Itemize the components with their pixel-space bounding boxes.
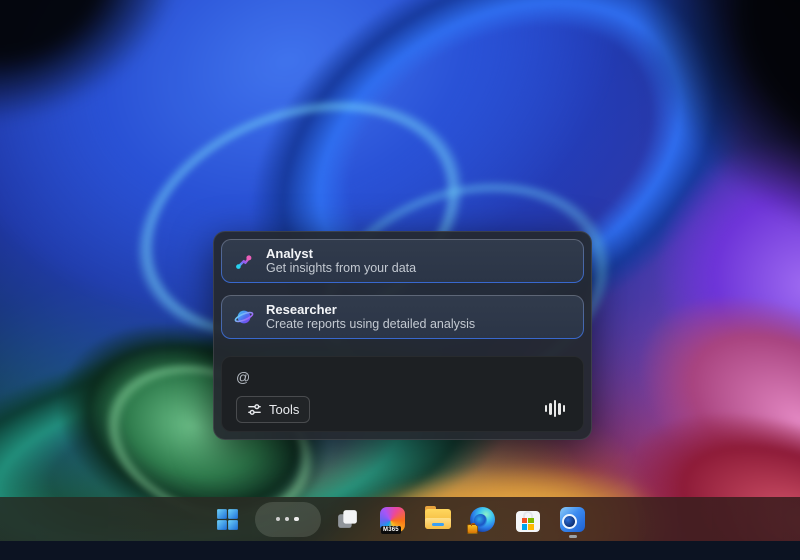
desktop-screen: Analyst Get insights from your data bbox=[0, 0, 800, 560]
edge-button[interactable] bbox=[465, 499, 501, 539]
composer-at-text: @ bbox=[236, 369, 569, 385]
agent-card-analyst[interactable]: Analyst Get insights from your data bbox=[221, 239, 584, 283]
edge-icon bbox=[470, 507, 495, 532]
file-explorer-button[interactable] bbox=[420, 499, 456, 539]
copilot-agent-panel: Analyst Get insights from your data bbox=[213, 231, 592, 440]
researcher-planet-icon bbox=[234, 307, 254, 327]
agent-name: Analyst bbox=[266, 246, 416, 261]
agent-text: Researcher Create reports using detailed… bbox=[266, 302, 475, 332]
agent-card-researcher-inner: Researcher Create reports using detailed… bbox=[222, 296, 583, 338]
folder-icon bbox=[425, 509, 451, 529]
voice-button[interactable] bbox=[541, 400, 570, 420]
m365-copilot-icon: M365 bbox=[380, 507, 405, 532]
agent-description: Get insights from your data bbox=[266, 261, 416, 276]
agent-name: Researcher bbox=[266, 302, 475, 317]
sliders-icon bbox=[247, 402, 262, 417]
m365-copilot-button[interactable]: M365 bbox=[375, 499, 411, 539]
agent-description: Create reports using detailed analysis bbox=[266, 317, 475, 332]
ms-logo-grid bbox=[522, 518, 534, 530]
ellipsis-dots-icon bbox=[276, 517, 299, 522]
m365-badge: M365 bbox=[381, 526, 401, 534]
running-indicator bbox=[569, 535, 577, 538]
bottom-bezel bbox=[0, 541, 800, 560]
agent-card-researcher[interactable]: Researcher Create reports using detailed… bbox=[221, 295, 584, 339]
edge-work-badge-icon bbox=[467, 524, 478, 534]
start-button[interactable] bbox=[210, 499, 246, 539]
microsoft-store-button[interactable] bbox=[510, 499, 546, 539]
agent-text: Analyst Get insights from your data bbox=[266, 246, 416, 276]
task-view-icon bbox=[335, 507, 360, 532]
tools-label: Tools bbox=[269, 402, 299, 417]
composer-input[interactable]: @ Tools bbox=[221, 356, 584, 432]
analyst-trend-icon bbox=[234, 251, 254, 271]
voice-waveform-icon bbox=[545, 400, 566, 418]
bag-handle bbox=[523, 511, 533, 518]
task-view-button[interactable] bbox=[330, 499, 366, 539]
outlook-icon bbox=[560, 507, 585, 532]
taskbar: M365 bbox=[0, 497, 800, 541]
composer-toolbar: Tools bbox=[236, 396, 569, 423]
tools-button[interactable]: Tools bbox=[236, 396, 310, 423]
outlook-button[interactable] bbox=[555, 499, 591, 539]
taskbar-search-pill[interactable] bbox=[255, 502, 321, 537]
agent-card-analyst-inner: Analyst Get insights from your data bbox=[222, 240, 583, 282]
windows-start-icon bbox=[215, 507, 240, 532]
store-bag-icon bbox=[516, 507, 540, 532]
